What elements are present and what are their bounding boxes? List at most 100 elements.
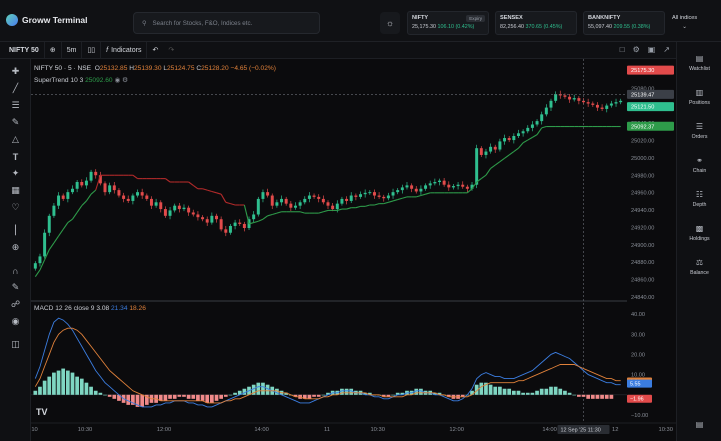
candle-body xyxy=(345,198,349,201)
supertrend-segment xyxy=(76,205,83,213)
crosshair-tool-icon[interactable]: ✚ xyxy=(0,63,31,80)
supertrend-segment xyxy=(62,222,69,230)
sidebar-item-balance[interactable]: ⚖ Balance xyxy=(677,258,721,276)
sidebar-collapse-button[interactable]: ▤ xyxy=(677,420,721,432)
lock-icon[interactable]: ☍ xyxy=(0,296,31,313)
magnet-icon[interactable]: ∩ xyxy=(0,262,31,279)
macd-hist-bar xyxy=(172,394,177,399)
macd-hist-bar xyxy=(553,386,558,395)
compare-button[interactable]: ⊕ xyxy=(45,41,62,59)
index-name: SENSEX xyxy=(500,15,523,21)
macd-hist-bar xyxy=(558,388,563,395)
time-axis-label: 12:00 xyxy=(449,427,464,433)
supertrend-segment xyxy=(220,193,227,203)
symbol-selector[interactable]: NIFTY 50 xyxy=(0,41,45,59)
plus-circle-icon: ⊕ xyxy=(49,47,56,54)
sidebar-item-watchlist[interactable]: ▤ Watchlist xyxy=(677,54,721,72)
index-name: BANKNIFTY xyxy=(588,15,621,21)
search-bar[interactable]: ⚲ Search for Stocks, F&O, Indices etc. xyxy=(133,12,320,34)
layout-icon[interactable]: □ xyxy=(620,45,625,54)
candle-body xyxy=(493,146,497,150)
price-tick-label: 24920.00 xyxy=(631,225,654,231)
macd-hist-bar xyxy=(502,388,507,395)
candle-body xyxy=(530,124,534,128)
macd-hist-bar xyxy=(112,394,117,399)
sidebar-item-orders[interactable]: ☰ Orders xyxy=(677,122,721,140)
macd-line-value: 21.34 xyxy=(111,305,128,312)
stay-drawing-icon[interactable]: ✎ xyxy=(0,279,31,296)
fib-tool-icon[interactable]: ☰ xyxy=(0,97,31,114)
candle-body xyxy=(605,105,609,109)
candle-body xyxy=(168,210,172,216)
interval-label: 5m xyxy=(66,46,77,54)
candle-body xyxy=(568,96,572,100)
index-card-banknifty[interactable]: BANKNIFTY 55,097.40 209.55 (0.38%) xyxy=(583,11,665,35)
macd-tick-label: 20.00 xyxy=(631,352,645,358)
candles-icon: ▯▯ xyxy=(87,47,96,54)
candle-body xyxy=(535,121,539,125)
candle-body xyxy=(503,138,507,142)
chart-canvas[interactable]: 25160.0025080.0025060.0025040.0025020.00… xyxy=(31,59,676,441)
chart-area[interactable]: NIFTY 50 · 5 · NSE O25132.85 H25139.30 L… xyxy=(31,59,676,441)
camera-icon[interactable]: ▣ xyxy=(648,45,656,54)
candle-body xyxy=(526,127,530,132)
app-logo[interactable]: Groww Terminal xyxy=(6,14,88,26)
macd-hist-bar xyxy=(98,392,103,395)
crosshair-time-label: 12 Sep '25 11:30 xyxy=(561,428,601,434)
trendline-tool-icon[interactable]: ╱ xyxy=(0,80,31,97)
pattern-tool-icon[interactable]: ✦ xyxy=(0,165,31,182)
prediction-tool-icon[interactable]: ▦ xyxy=(0,182,31,199)
redo-button[interactable]: ↷ xyxy=(163,42,179,59)
candle-body xyxy=(242,223,246,228)
candle-body xyxy=(549,100,553,108)
macd-hist-bar xyxy=(56,370,61,395)
theme-toggle-button[interactable]: ☼ xyxy=(380,12,400,34)
candle-body xyxy=(71,188,74,193)
settings-gear-icon[interactable]: ⚙ xyxy=(122,77,128,84)
price-axis-tag-label: 25175.30 xyxy=(631,68,654,74)
macd-hist-bar xyxy=(391,394,395,396)
brush-tool-icon[interactable]: ✎ xyxy=(0,114,31,131)
time-axis-label: 14:00 xyxy=(542,427,557,433)
supertrend-segment xyxy=(499,157,505,163)
undo-button[interactable]: ↶ xyxy=(147,42,163,59)
interval-selector[interactable]: 5m xyxy=(62,41,83,59)
sidebar-item-depth[interactable]: ☷ Depth xyxy=(677,190,721,208)
settings-gear-icon[interactable]: ⚙ xyxy=(633,45,640,54)
popout-icon[interactable]: ↗ xyxy=(663,45,670,54)
supertrend-segment xyxy=(355,205,361,209)
indicators-button[interactable]: f Indicators xyxy=(101,41,148,59)
search-input[interactable]: Search for Stocks, F&O, Indices etc. xyxy=(153,20,253,27)
candle-body xyxy=(117,190,121,196)
heart-icon[interactable]: ♡ xyxy=(0,199,31,216)
candle-body xyxy=(238,222,242,224)
all-indices-button[interactable]: All indices ⌄ xyxy=(672,14,697,32)
candle-body xyxy=(61,195,65,199)
sidebar-item-holdings[interactable]: ▩ Holdings xyxy=(677,224,721,242)
ruler-tool-icon[interactable]: ⎮ xyxy=(0,222,31,239)
index-card-sensex[interactable]: SENSEX 82,256.40 370.65 (0.45%) xyxy=(495,11,577,35)
sidebar-item-chain[interactable]: ⚭ Chain xyxy=(677,156,721,174)
text-tool-icon[interactable]: T xyxy=(0,148,31,165)
macd-hist-bar xyxy=(321,394,326,396)
eye-icon[interactable]: ◉ xyxy=(114,77,120,84)
macd-hist-bar xyxy=(498,386,502,395)
macd-hist-bar xyxy=(525,392,530,395)
shape-tool-icon[interactable]: △ xyxy=(0,131,31,148)
candle-body xyxy=(326,202,330,206)
zoom-in-icon[interactable]: ⊕ xyxy=(0,239,31,256)
macd-hist-bar xyxy=(42,380,47,395)
macd-hist-bar xyxy=(604,394,609,399)
candle-body xyxy=(475,148,479,185)
groww-logo-icon xyxy=(6,14,18,26)
index-card-nifty[interactable]: NIFTY Expiry 25,175.30 106.10 (0.42%) xyxy=(407,11,489,35)
trash-icon[interactable]: ◫ xyxy=(0,336,31,353)
supertrend-value: 25092.60 xyxy=(85,77,113,84)
candle-body xyxy=(405,185,409,188)
macd-hist-bar xyxy=(609,394,614,399)
sidebar-item-positions[interactable]: ▥ Positions xyxy=(677,88,721,106)
chart-type-button[interactable]: ▯▯ xyxy=(82,41,102,59)
eye-icon[interactable]: ◉ xyxy=(0,313,31,330)
macd-hist-bar xyxy=(89,386,93,395)
candle-body xyxy=(521,131,525,134)
